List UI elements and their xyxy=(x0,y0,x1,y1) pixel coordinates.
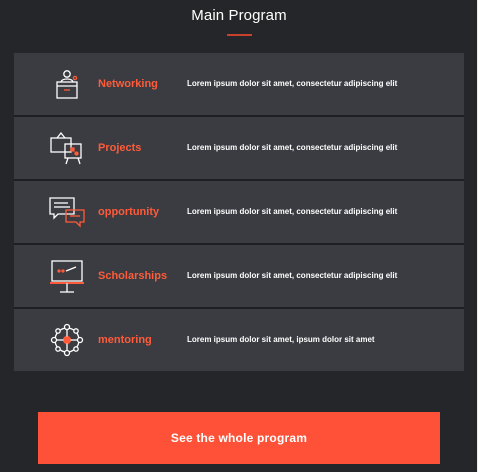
program-item-description: Lorem ipsum dolor sit amet, consectetur … xyxy=(187,271,398,280)
program-item-opportunity[interactable]: opportunity Lorem ipsum dolor sit amet, … xyxy=(14,181,464,243)
program-item-label: Scholarships xyxy=(98,270,168,282)
program-item-label: mentoring xyxy=(98,334,152,346)
program-item-label: Networking xyxy=(98,78,158,90)
program-item-projects[interactable]: Projects Lorem ipsum dolor sit amet, con… xyxy=(14,117,464,179)
easel-board-icon xyxy=(48,130,86,166)
whiteboard-icon xyxy=(48,258,86,294)
program-item-scholarships[interactable]: Scholarships Lorem ipsum dolor sit amet,… xyxy=(14,245,464,307)
program-item-description: Lorem ipsum dolor sit amet, consectetur … xyxy=(187,207,398,216)
program-item-description: Lorem ipsum dolor sit amet, consectetur … xyxy=(187,143,398,152)
section-title: Main Program xyxy=(191,7,287,24)
program-item-description: Lorem ipsum dolor sit amet, consectetur … xyxy=(187,79,398,88)
podium-icon xyxy=(48,66,86,102)
program-list: Networking Lorem ipsum dolor sit amet, c… xyxy=(14,53,464,371)
title-underline xyxy=(227,34,252,36)
program-item-label: opportunity xyxy=(98,206,160,218)
program-item-networking[interactable]: Networking Lorem ipsum dolor sit amet, c… xyxy=(14,53,464,115)
program-item-description: Lorem ipsum dolor sit amet, ipsum dolor … xyxy=(187,335,375,344)
program-item-mentoring[interactable]: mentoring Lorem ipsum dolor sit amet, ip… xyxy=(14,309,464,371)
network-icon xyxy=(48,322,86,358)
see-program-button[interactable]: See the whole program xyxy=(38,412,440,464)
chat-bubbles-icon xyxy=(48,194,86,230)
program-item-label: Projects xyxy=(98,142,142,154)
